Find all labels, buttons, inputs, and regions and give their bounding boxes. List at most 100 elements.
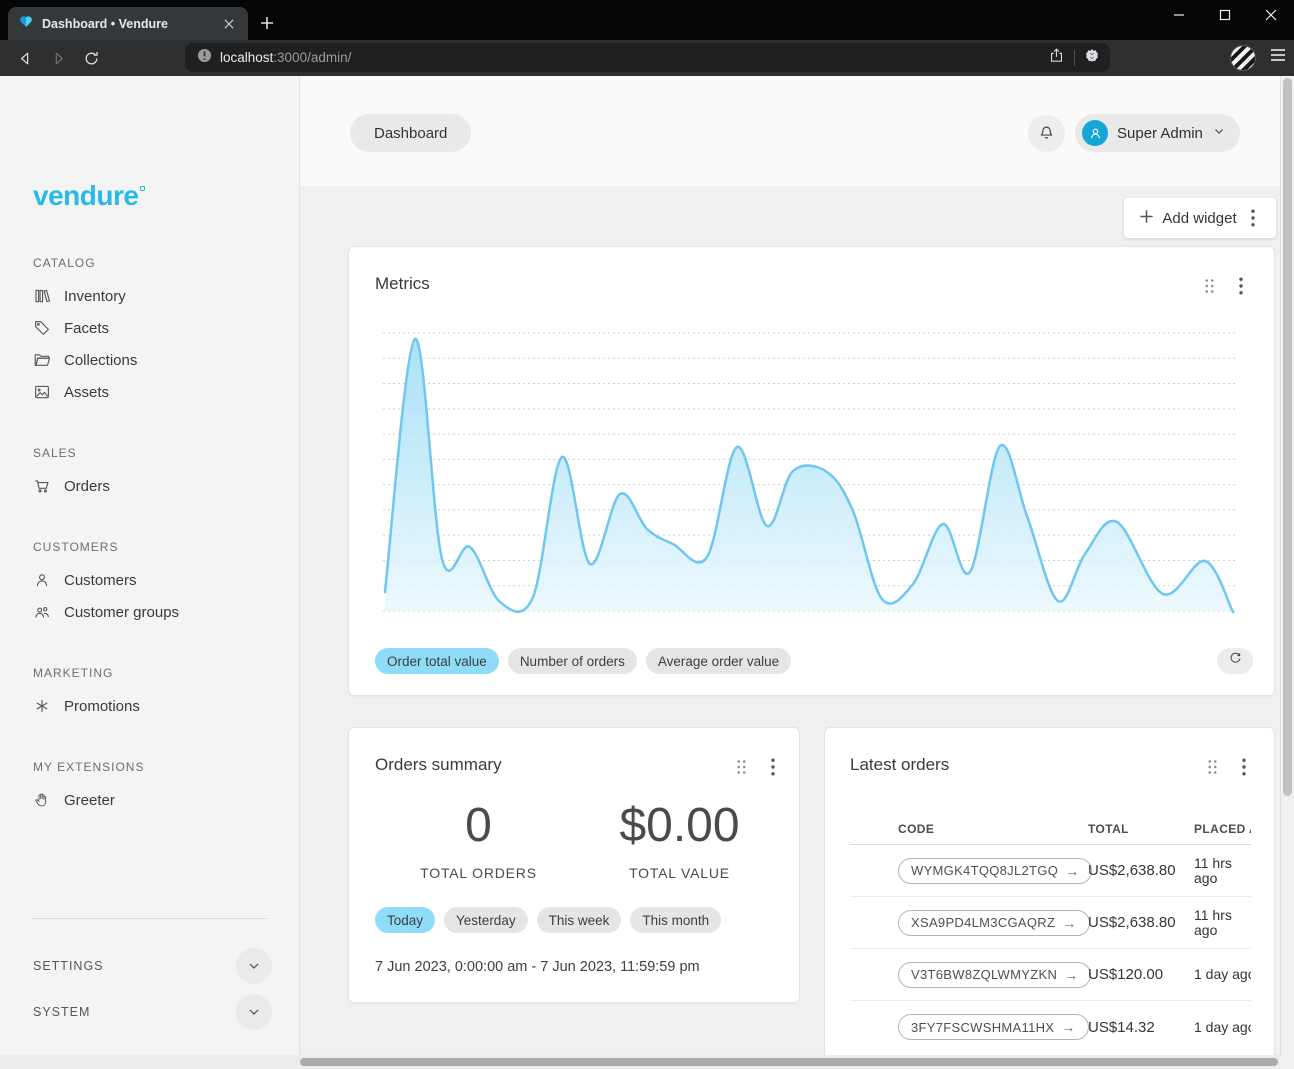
expand-section-button[interactable] (236, 948, 272, 984)
sidebar-item-orders[interactable]: Orders (0, 470, 300, 502)
drag-handle-icon[interactable] (733, 757, 749, 777)
add-widget-menu-icon[interactable] (1245, 208, 1261, 228)
chevron-down-icon (1212, 124, 1226, 143)
sidebar-item-greeter[interactable]: Greeter (0, 784, 300, 816)
sidebar-section-customers: CUSTOMERSCustomersCustomer groups (0, 532, 300, 628)
sidebar-section-heading: CUSTOMERS (0, 532, 300, 564)
orders-summary-widget: Orders summary 0 TOTAL ORDERS $0.00 TOTA… (348, 727, 800, 1003)
sidebar-section-sales: SALESOrders (0, 438, 300, 502)
user-icon (33, 571, 51, 589)
browser-menu-icon[interactable] (1270, 48, 1286, 67)
order-code-link[interactable]: 3FY7FSCWSHMA11HX→ (898, 1014, 1089, 1040)
order-row: WYMGK4TQQ8JL2TGQ→US$2,638.8011 hrs ago (850, 845, 1251, 897)
url-host: localhost (220, 50, 273, 65)
user-menu[interactable]: Super Admin (1075, 114, 1240, 152)
sidebar-item-assets[interactable]: Assets (0, 376, 300, 408)
sidebar-item-label: Inventory (64, 288, 126, 305)
url-bar[interactable]: localhost:3000/admin/ (185, 43, 1110, 72)
latest-orders-title: Latest orders (850, 755, 949, 775)
asterisk-icon (33, 697, 51, 715)
order-code-link[interactable]: V3T6BW8ZQLWMYZKN→ (898, 962, 1091, 988)
toolbar-separator (1074, 50, 1075, 66)
sidebar-section-heading: SALES (0, 438, 300, 470)
metric-chip-number-of-orders[interactable]: Number of orders (508, 648, 637, 674)
image-icon (33, 383, 51, 401)
arrow-right-icon: → (1061, 1019, 1075, 1035)
user-avatar (1082, 120, 1108, 146)
date-range-text: 7 Jun 2023, 0:00:00 am - 7 Jun 2023, 11:… (375, 959, 700, 975)
range-chip-this-week[interactable]: This week (537, 907, 622, 933)
order-code: V3T6BW8ZQLWMYZKN (911, 967, 1057, 982)
window-minimize-button[interactable] (1156, 0, 1202, 30)
sidebar-item-label: Promotions (64, 698, 140, 715)
sidebar-section-heading: MY EXTENSIONS (0, 752, 300, 784)
browser-profile-avatar[interactable] (1230, 45, 1256, 71)
add-widget-button[interactable]: Add widget (1124, 198, 1276, 238)
sidebar-item-inventory[interactable]: Inventory (0, 280, 300, 312)
range-chip-today[interactable]: Today (375, 907, 435, 933)
sidebar-item-label: Greeter (64, 792, 115, 809)
range-chip-this-month[interactable]: This month (630, 907, 721, 933)
order-row: 3FY7FSCWSHMA11HX→US$14.321 day ago (850, 1001, 1251, 1053)
window-maximize-button[interactable] (1202, 0, 1248, 30)
metrics-area-chart (383, 329, 1236, 618)
site-info-icon[interactable] (197, 48, 212, 68)
range-chip-yesterday[interactable]: Yesterday (444, 907, 528, 933)
horizontal-scrollbar[interactable] (0, 1055, 1280, 1069)
folder-icon (33, 351, 51, 369)
new-tab-button[interactable] (256, 12, 278, 34)
metrics-menu-icon[interactable] (1233, 276, 1249, 296)
sidebar-section-settings[interactable]: SETTINGS (0, 948, 300, 984)
share-icon[interactable] (1048, 47, 1065, 69)
window-close-button[interactable] (1248, 0, 1294, 30)
order-code-link[interactable]: XSA9PD4LM3CGAQRZ→ (898, 910, 1090, 936)
vertical-scrollbar-thumb[interactable] (1283, 78, 1292, 796)
horizontal-scrollbar-thumb[interactable] (300, 1058, 1278, 1066)
url-path: :3000/admin/ (273, 50, 351, 65)
reload-button[interactable] (76, 44, 106, 72)
order-placed-at: 1 day ago (1194, 1020, 1251, 1035)
refresh-button[interactable] (1217, 648, 1253, 674)
collapsed-section-label: SYSTEM (33, 1005, 90, 1019)
sidebar-section-system[interactable]: SYSTEM (0, 994, 300, 1030)
sidebar-item-customers[interactable]: Customers (0, 564, 300, 596)
sidebar: vendure CATALOGInventoryFacetsCollection… (0, 76, 300, 1055)
vertical-scrollbar[interactable] (1280, 76, 1294, 1055)
hand-icon (33, 791, 51, 809)
add-widget-label: Add widget (1162, 210, 1236, 227)
latest-orders-menu-icon[interactable] (1236, 757, 1252, 777)
logo-mark (140, 186, 145, 191)
order-code-link[interactable]: WYMGK4TQQ8JL2TGQ→ (898, 858, 1092, 884)
sidebar-item-facets[interactable]: Facets (0, 312, 300, 344)
column-header-total: TOTAL (1088, 822, 1194, 836)
metric-filter-chips: Order total value Number of orders Average… (375, 648, 791, 674)
sidebar-section-heading: MARKETING (0, 658, 300, 690)
notifications-button[interactable] (1028, 115, 1065, 152)
sidebar-item-collections[interactable]: Collections (0, 344, 300, 376)
order-total: US$120.00 (1088, 966, 1194, 983)
cart-icon (33, 477, 51, 495)
sidebar-nav: CATALOGInventoryFacetsCollectionsAssetsS… (0, 248, 300, 846)
expand-section-button[interactable] (236, 994, 272, 1030)
plus-icon (1139, 209, 1154, 228)
drag-handle-icon[interactable] (1204, 757, 1220, 777)
back-button[interactable] (10, 44, 40, 72)
forward-button[interactable] (43, 44, 73, 72)
book-icon (33, 287, 51, 305)
order-code: XSA9PD4LM3CGAQRZ (911, 915, 1055, 930)
sidebar-item-customer-groups[interactable]: Customer groups (0, 596, 300, 628)
vendure-logo[interactable]: vendure (33, 180, 145, 212)
breadcrumb[interactable]: Dashboard (350, 114, 471, 152)
order-placed-at: 11 hrs ago (1194, 908, 1251, 938)
tab-close-icon[interactable] (220, 15, 238, 33)
arrow-right-icon: → (1065, 863, 1079, 879)
metric-chip-order-total-value[interactable]: Order total value (375, 648, 499, 674)
sidebar-item-promotions[interactable]: Promotions (0, 690, 300, 722)
page-header: Dashboard Super Admin (300, 76, 1280, 186)
orders-summary-menu-icon[interactable] (765, 757, 781, 777)
browser-tab[interactable]: Dashboard • Vendure (8, 7, 248, 40)
brave-shields-icon[interactable] (1084, 47, 1100, 69)
main-content: Dashboard Super Admin Add widget (300, 76, 1280, 1055)
drag-handle-icon[interactable] (1201, 276, 1217, 296)
metric-chip-average-order-value[interactable]: Average order value (646, 648, 791, 674)
